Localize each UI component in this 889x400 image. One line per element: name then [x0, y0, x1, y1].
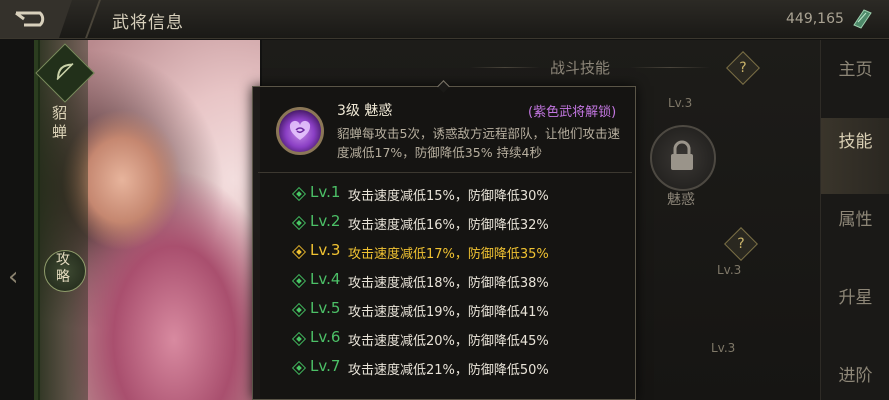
title-line-right: [630, 67, 710, 68]
heart-swirl-icon: [289, 120, 311, 140]
back-arrow-icon: [15, 11, 45, 27]
tab-star-up[interactable]: 升星: [821, 286, 889, 346]
skill-level-tag: Lv.3: [711, 341, 736, 355]
hero-name: 貂蝉: [52, 104, 68, 141]
locked-skill-name: 魅惑: [667, 192, 695, 208]
popup-divider: [258, 172, 632, 173]
side-tabs: 主页 技能 属性 升星 进阶: [820, 40, 889, 400]
level-label: Lv.7: [310, 357, 341, 375]
level-row: Lv.2 攻击速度减低16%，防御降低32%: [290, 209, 630, 238]
level-bullet-icon: [291, 331, 307, 347]
tab-home[interactable]: 主页: [821, 52, 889, 118]
title-line-left: [470, 67, 540, 68]
skill-level-tag: Lv.3: [717, 263, 742, 277]
level-row: Lv.5 攻击速度减低19%，防御降低41%: [290, 296, 630, 325]
level-effect: 攻击速度减低15%，防御降低30%: [348, 189, 549, 204]
skill-level-tag: Lv.3: [668, 96, 693, 110]
tab-attributes[interactable]: 属性: [821, 208, 889, 268]
level-row: Lv.6 攻击速度减低20%，防御降低45%: [290, 325, 630, 354]
level-effect: 攻击速度减低16%，防御降低32%: [348, 218, 549, 233]
level-effect: 攻击速度减低20%，防御降低45%: [348, 334, 549, 349]
level-row-current: Lv.3 攻击速度减低17%，防御降低35%: [290, 238, 630, 267]
level-row: Lv.7 攻击速度减低21%，防御降低50%: [290, 354, 630, 383]
level-label: Lv.3: [310, 241, 341, 259]
level-row: Lv.4 攻击速度减低18%，防御降低38%: [290, 267, 630, 296]
tab-skills[interactable]: 技能: [821, 118, 889, 194]
skill-tree-title: 战斗技能: [550, 59, 611, 77]
level-label: Lv.1: [310, 183, 341, 201]
skill-title: 3级 魅惑: [337, 103, 393, 119]
level-bullet-icon: [291, 273, 307, 289]
level-label: Lv.5: [310, 299, 341, 317]
level-effect: 攻击速度减低17%，防御降低35%: [348, 247, 549, 262]
coin-count: 449,165: [786, 11, 844, 27]
level-label: Lv.6: [310, 328, 341, 346]
skill-level-list: Lv.1 攻击速度减低15%，防御降低30% Lv.2 攻击速度减低16%，防御…: [290, 180, 630, 383]
level-label: Lv.4: [310, 270, 341, 288]
jade-gem-icon: [850, 7, 874, 35]
page-title: 武将信息: [112, 13, 184, 33]
skill-description: 貂蝉每攻击5次，诱惑敌方远程部队，让他们攻击速度减低17%，防御降低35% 持续…: [337, 126, 620, 160]
level-bullet-icon: [291, 215, 307, 231]
level-bullet-icon: [291, 186, 307, 202]
tab-advance[interactable]: 进阶: [821, 364, 889, 400]
locked-skill-node[interactable]: [650, 125, 716, 191]
bow-icon: [56, 63, 74, 81]
prev-hero-arrow-icon[interactable]: ‹: [8, 262, 18, 292]
strategy-label: 攻略: [56, 252, 70, 285]
level-effect: 攻击速度减低19%，防御降低41%: [348, 305, 549, 320]
level-bullet-icon: [291, 360, 307, 376]
level-row: Lv.1 攻击速度减低15%，防御降低30%: [290, 180, 630, 209]
lock-icon: [671, 140, 693, 170]
level-effect: 攻击速度减低21%，防御降低50%: [348, 363, 549, 378]
level-bullet-icon: [291, 302, 307, 318]
strategy-button[interactable]: 攻略: [44, 250, 86, 292]
level-effect: 攻击速度减低18%，防御降低38%: [348, 276, 549, 291]
level-bullet-icon: [291, 244, 307, 260]
unlock-note: (紫色武将解锁): [528, 105, 617, 120]
charm-skill-icon: [276, 107, 324, 155]
level-label: Lv.2: [310, 212, 341, 230]
